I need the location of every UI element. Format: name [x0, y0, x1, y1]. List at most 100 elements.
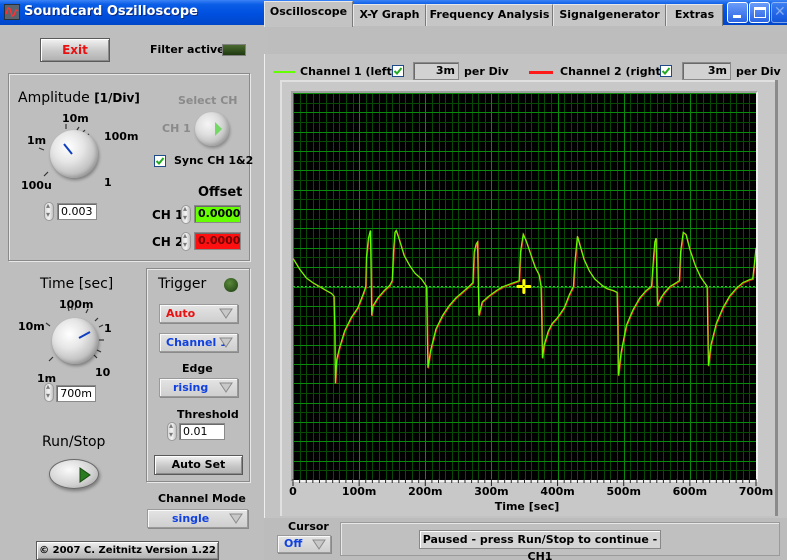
- amplitude-knob-label-1m: 1m: [27, 134, 47, 147]
- x-axis-tick-label: 300m: [474, 485, 509, 498]
- check-icon: [393, 67, 403, 75]
- tab-frequency-analysis[interactable]: Frequency Analysis: [426, 4, 553, 26]
- channel-1-label: Channel 1 (left): [300, 65, 397, 78]
- amplitude-knob-label-100m: 100m: [104, 130, 139, 143]
- trigger-mode-value: Auto: [166, 307, 196, 320]
- tab-signalgenerator[interactable]: Signalgenerator: [553, 4, 666, 26]
- auto-set-button[interactable]: Auto Set: [154, 455, 243, 475]
- minimize-icon: [733, 15, 741, 18]
- time-knob-pointer: [78, 331, 91, 339]
- amplitude-spinner[interactable]: [44, 201, 54, 221]
- check-icon: [155, 157, 165, 165]
- select-ch-indicator-icon: [215, 122, 222, 136]
- time-knob-label-10m: 10m: [18, 320, 45, 333]
- offset-ch2-field[interactable]: 0.0000: [194, 232, 241, 250]
- sync-ch-checkbox[interactable]: [154, 155, 166, 167]
- maximize-icon: [754, 7, 766, 18]
- time-knob[interactable]: [52, 318, 98, 364]
- amplitude-value-field[interactable]: 0.003: [57, 203, 97, 220]
- run-stop-button[interactable]: [49, 459, 99, 489]
- select-ch-value-label: CH 1: [162, 122, 191, 135]
- select-ch-knob[interactable]: [195, 112, 229, 146]
- channel-2-label: Channel 2 (right): [560, 65, 666, 78]
- tab-extras[interactable]: Extras: [666, 4, 723, 26]
- amplitude-knob-label-1: 1: [104, 176, 112, 189]
- amplitude-knob-pointer: [63, 143, 73, 155]
- amplitude-unit: [1/Div]: [94, 91, 140, 105]
- x-axis-tick-label: 400m: [540, 485, 575, 498]
- time-spinner[interactable]: [44, 382, 54, 402]
- channel-2-per-div-field[interactable]: 3m: [682, 62, 731, 80]
- sync-ch-label: Sync CH 1&2: [174, 154, 254, 167]
- run-stop-label: Run/Stop: [42, 434, 106, 450]
- copyright-label: © 2007 C. Zeitnitz Version 1.22: [36, 541, 219, 560]
- time-knob-label-100m: 100m: [59, 298, 94, 311]
- x-axis-tick-label: 600m: [672, 485, 708, 498]
- minimize-button[interactable]: [727, 2, 748, 23]
- chevron-down-icon: [219, 308, 233, 319]
- maximize-button[interactable]: [749, 2, 770, 23]
- tab-oscilloscope[interactable]: Oscilloscope: [264, 1, 353, 27]
- x-axis-tick-label: 500m: [606, 485, 641, 498]
- trigger-mode-select[interactable]: Auto: [159, 304, 238, 323]
- threshold-field[interactable]: 0.01: [179, 423, 225, 440]
- offset-ch2-label: CH 2: [152, 235, 184, 249]
- trigger-led: [224, 278, 238, 292]
- play-icon: [79, 467, 91, 483]
- chevron-down-icon: [219, 382, 233, 393]
- channel-1-per-div-field[interactable]: 3m: [413, 62, 459, 80]
- trigger-edge-value: rising: [173, 381, 209, 394]
- window-title: Soundcard Oszilloscope: [24, 4, 198, 19]
- channel-2-color-swatch: [529, 71, 553, 74]
- amplitude-knob-label-10m: 10m: [62, 112, 89, 125]
- offset-title: Offset: [198, 185, 243, 200]
- exit-button[interactable]: Exit: [40, 38, 110, 62]
- amplitude-title: Amplitude [1/Div]: [18, 90, 140, 106]
- x-axis-title: Time [sec]: [494, 500, 560, 513]
- time-knob-label-10: 10: [95, 366, 111, 379]
- chevron-down-icon: [229, 513, 243, 524]
- amplitude-knob-label-100u: 100u: [21, 179, 52, 192]
- chevron-down-icon: [312, 539, 326, 550]
- trigger-panel: [146, 268, 250, 482]
- trigger-channel-select[interactable]: Channel 1: [159, 333, 238, 352]
- select-ch-title: Select CH: [178, 94, 238, 107]
- offset-ch2-spinner[interactable]: [181, 231, 191, 251]
- chevron-down-icon: [219, 337, 233, 348]
- oscilloscope-plot[interactable]: [293, 93, 756, 480]
- filter-active-led[interactable]: [222, 44, 246, 56]
- x-axis-tick-label: 0: [289, 485, 297, 498]
- oscilloscope-app-icon: [4, 4, 20, 20]
- x-axis-tick-label: 700m: [738, 485, 774, 498]
- cursor-select[interactable]: Off: [277, 535, 331, 553]
- trigger-title: Trigger: [158, 276, 207, 292]
- x-axis-tick-label: 100m: [341, 485, 377, 498]
- offset-ch1-label: CH 1: [152, 208, 184, 222]
- tab-xy-graph[interactable]: X-Y Graph: [353, 4, 426, 26]
- channel-mode-select[interactable]: single: [147, 509, 248, 528]
- time-title: Time [sec]: [40, 276, 114, 292]
- x-axis-tick-label: 200m: [408, 485, 443, 498]
- cursor-value: Off: [284, 537, 303, 550]
- time-value-field[interactable]: 700m: [56, 385, 96, 402]
- channel-1-enable-checkbox[interactable]: [392, 65, 404, 77]
- trigger-edge-select[interactable]: rising: [159, 378, 238, 397]
- channel-1-per-div-label: per Div: [464, 65, 509, 78]
- cursor-label: Cursor: [288, 520, 329, 533]
- threshold-spinner[interactable]: [167, 421, 177, 441]
- channel-1-color-swatch: [273, 71, 295, 73]
- channel-mode-label: Channel Mode: [158, 492, 246, 505]
- time-knob-label-1: 1: [104, 322, 112, 335]
- amplitude-knob[interactable]: [50, 130, 98, 178]
- offset-ch1-spinner[interactable]: [181, 204, 191, 224]
- close-button[interactable]: ✕: [771, 2, 787, 23]
- filter-active-label: Filter active: [150, 43, 225, 56]
- channel-mode-value: single: [172, 512, 210, 525]
- amplitude-title-text: Amplitude: [18, 90, 90, 106]
- status-message: Paused - press Run/Stop to continue - CH…: [419, 530, 661, 560]
- check-icon: [661, 67, 671, 75]
- close-icon: ✕: [774, 4, 786, 20]
- channel-2-enable-checkbox[interactable]: [660, 65, 672, 77]
- offset-ch1-field[interactable]: 0.0000: [194, 205, 241, 223]
- channel-2-per-div-label: per Div: [736, 65, 781, 78]
